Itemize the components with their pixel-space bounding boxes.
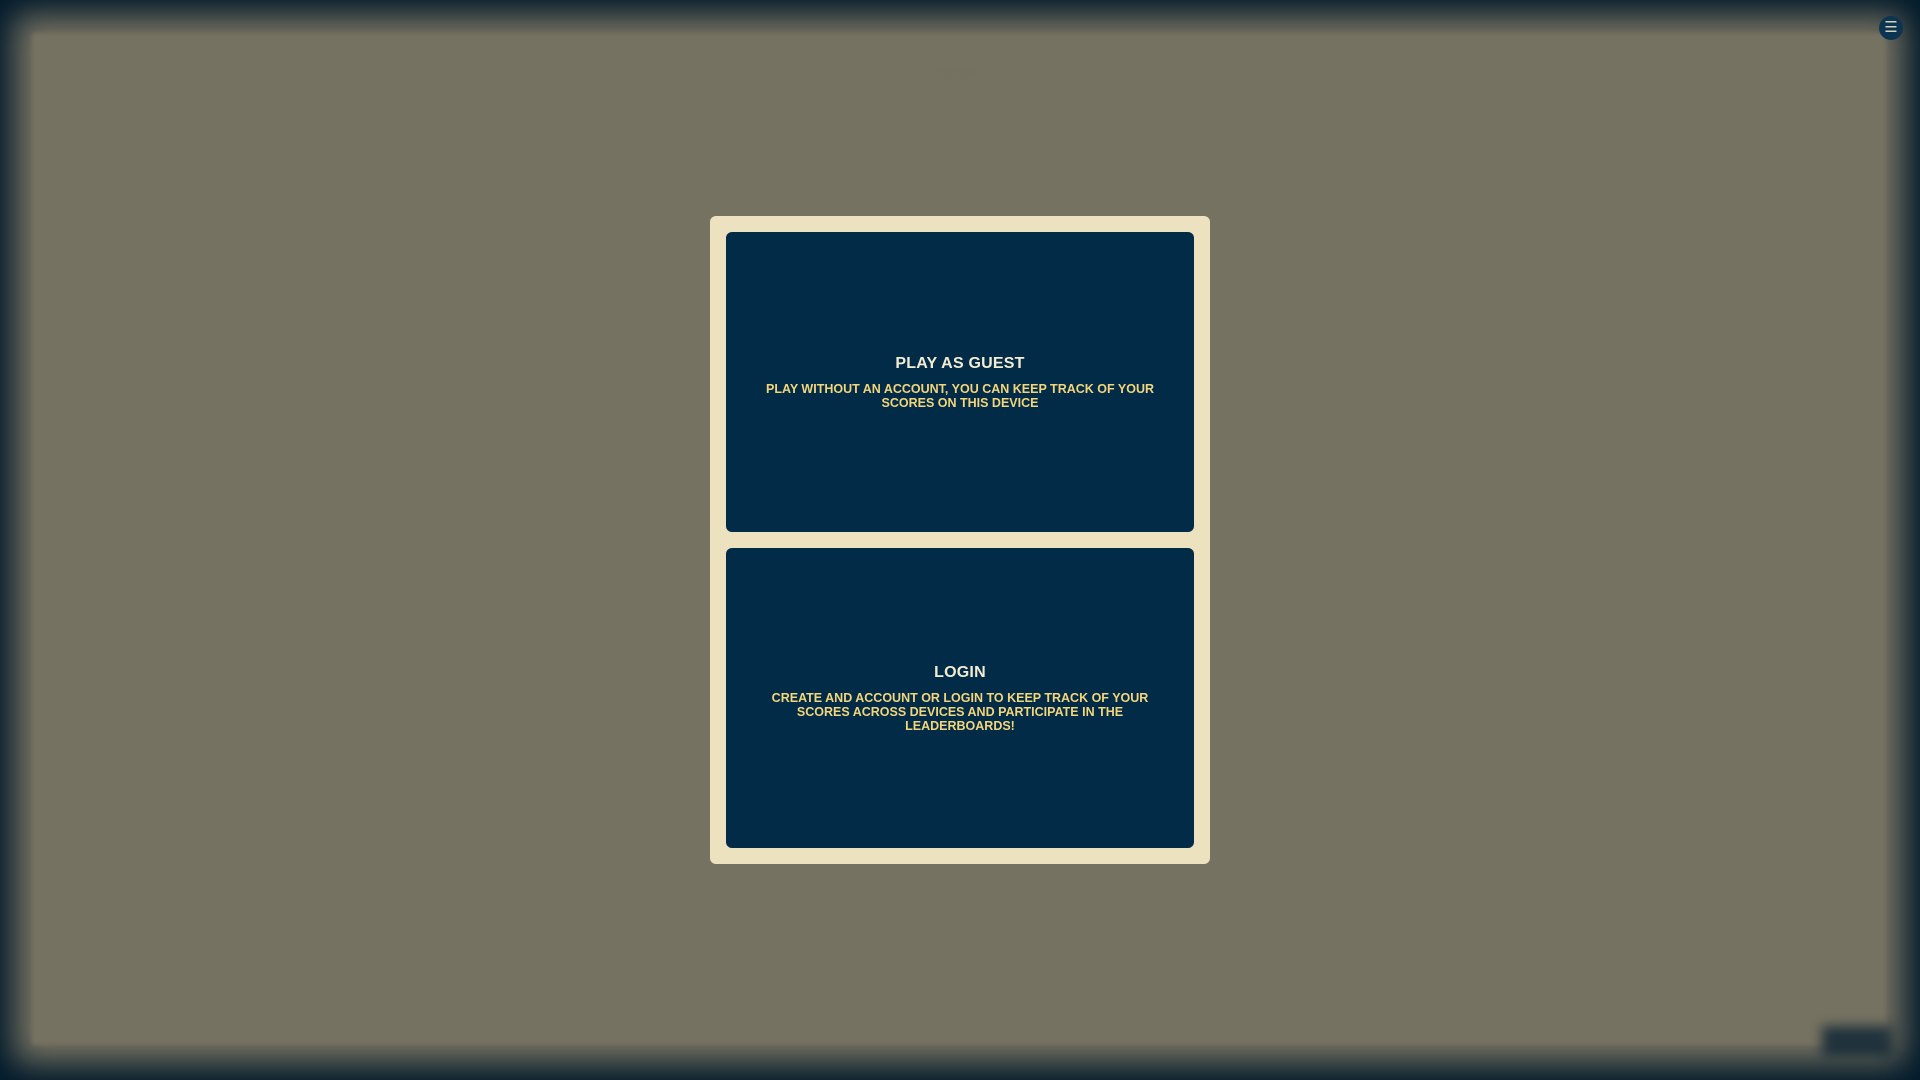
- play-as-guest-title: PLAY AS GUEST: [895, 354, 1025, 372]
- menu-button[interactable]: ☰: [1879, 16, 1903, 40]
- login-button[interactable]: LOGIN CREATE AND ACCOUNT OR LOGIN TO KEE…: [726, 548, 1194, 848]
- blurred-corner-element: [1822, 1026, 1892, 1056]
- login-choice-modal: PLAY AS GUEST PLAY WITHOUT AN ACCOUNT, Y…: [710, 216, 1210, 864]
- blurred-page-title: ········: [933, 64, 977, 81]
- login-title: LOGIN: [934, 663, 986, 681]
- hamburger-menu-icon: ☰: [1884, 19, 1898, 36]
- login-description: CREATE AND ACCOUNT OR LOGIN TO KEEP TRAC…: [771, 690, 1149, 733]
- play-as-guest-button[interactable]: PLAY AS GUEST PLAY WITHOUT AN ACCOUNT, Y…: [726, 232, 1194, 532]
- play-as-guest-description: PLAY WITHOUT AN ACCOUNT, YOU CAN KEEP TR…: [766, 381, 1154, 410]
